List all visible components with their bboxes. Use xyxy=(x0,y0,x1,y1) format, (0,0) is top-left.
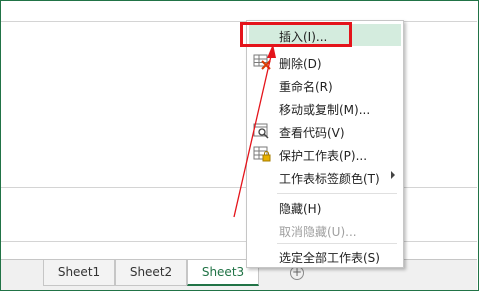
menu-item-protect-sheet[interactable]: 保护工作表(P)... xyxy=(249,143,401,165)
menu-separator xyxy=(277,193,397,194)
worksheet-grid[interactable] xyxy=(1,1,477,260)
menu-item-label: 工作表标签颜色(T) xyxy=(279,172,380,186)
annotation-highlight-box xyxy=(240,22,352,47)
submenu-arrow-icon xyxy=(391,171,395,179)
menu-item-hide[interactable]: 隐藏(H) xyxy=(249,196,401,218)
menu-item-delete[interactable]: 删除(D) xyxy=(249,51,401,73)
delete-sheet-icon xyxy=(253,54,271,70)
menu-item-label: 保护工作表(P)... xyxy=(279,149,368,163)
add-sheet-icon[interactable]: + xyxy=(290,266,304,280)
menu-item-label: 查看代码(V) xyxy=(279,126,345,140)
row-gridline xyxy=(1,21,477,22)
sheet-context-menu: 插入(I)... 删除(D) 重命名(R) 移动或复制(M)... 查看代码(V… xyxy=(246,20,404,268)
menu-item-label: 重命名(R) xyxy=(279,80,333,94)
menu-item-label: 选定全部工作表(S) xyxy=(279,251,380,265)
sheet-tab-2[interactable]: Sheet2 xyxy=(115,260,187,286)
menu-item-label: 移动或复制(M)... xyxy=(279,103,371,117)
menu-item-move-copy[interactable]: 移动或复制(M)... xyxy=(249,97,401,119)
menu-item-label: 隐藏(H) xyxy=(279,202,322,216)
row-gridline xyxy=(1,187,477,188)
sheet-tabs-bar: Sheet1 Sheet2 Sheet3 + xyxy=(1,259,477,290)
protect-sheet-icon xyxy=(253,146,271,162)
menu-item-label: 取消隐藏(U)... xyxy=(279,225,357,239)
menu-item-view-code[interactable]: 查看代码(V) xyxy=(249,120,401,142)
sheet-tab-1[interactable]: Sheet1 xyxy=(43,260,115,286)
menu-separator xyxy=(277,243,397,244)
menu-item-tab-color[interactable]: 工作表标签颜色(T) xyxy=(249,166,401,188)
tab-scroll-area[interactable] xyxy=(1,260,41,289)
row-gridline xyxy=(1,241,477,242)
menu-item-select-all-sheets[interactable]: 选定全部工作表(S) xyxy=(249,245,401,267)
menu-item-label: 删除(D) xyxy=(279,57,322,71)
menu-item-unhide: 取消隐藏(U)... xyxy=(249,219,401,241)
view-code-icon xyxy=(253,123,269,139)
menu-item-rename[interactable]: 重命名(R) xyxy=(249,74,401,96)
